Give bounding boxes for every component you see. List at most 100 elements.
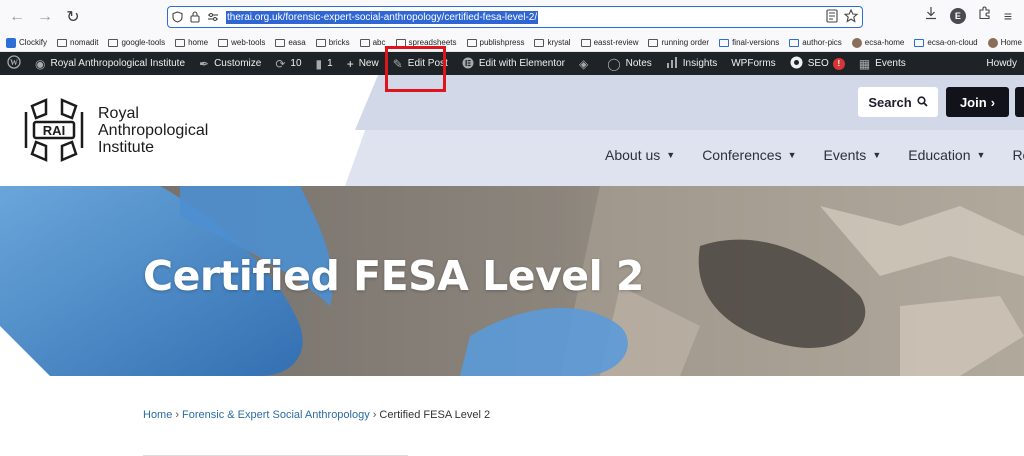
notes-label: Notes (625, 58, 652, 69)
chevron-down-icon: ▼ (787, 150, 797, 160)
edit-elementor-label: Edit with Elementor (478, 58, 565, 69)
site-logo[interactable]: RAI Royal Anthropological Institute (22, 98, 208, 162)
bookmark-label: bricks (328, 38, 350, 47)
breadcrumb-separator: › (175, 409, 180, 421)
menu-icon[interactable]: ≡ (1004, 9, 1012, 23)
bookmark-item[interactable]: publishpress (466, 38, 525, 47)
bookmark-item[interactable]: ecsa-on-cloud (914, 38, 978, 47)
nav-conferences[interactable]: Conferences ▼ (702, 147, 796, 163)
updates-icon: ⟳ (275, 56, 286, 71)
nav-education[interactable]: Education ▼ (908, 147, 985, 163)
bookmark-label: google-tools (121, 38, 166, 47)
bar-chart-icon (666, 57, 678, 70)
breadcrumb: Home › Forensic & Expert Social Anthropolo… (143, 409, 490, 421)
folder-icon (57, 38, 68, 47)
breadcrumb-separator: › (372, 409, 377, 421)
admin-updates[interactable]: ⟳ 10 (268, 52, 308, 75)
admin-site-name[interactable]: ◉ Royal Anthropological Institute (28, 52, 192, 75)
admin-notes[interactable]: ◯ Notes (600, 52, 659, 75)
bookmark-label: web-tools (231, 38, 266, 47)
bookmark-star-icon[interactable] (843, 8, 859, 28)
search-button[interactable]: Search (858, 87, 938, 117)
bookmark-label: final-versions (732, 38, 780, 47)
bookmark-label: krystal (547, 38, 571, 47)
admin-edit-elementor[interactable]: Edit with Elementor (455, 52, 572, 75)
folder-icon (789, 38, 800, 47)
seo-icon (790, 56, 803, 71)
howdy-label: Howdy (986, 58, 1017, 69)
bookmark-item[interactable]: author-pics (789, 38, 842, 47)
join-button[interactable]: Join › (946, 87, 1009, 117)
bookmark-item[interactable]: krystal (534, 38, 571, 47)
nav-events[interactable]: Events ▼ (824, 147, 882, 163)
admin-new[interactable]: + New (340, 52, 386, 75)
bookmark-item[interactable]: Home - ECSA Confer... (987, 37, 1024, 48)
breadcrumb-section[interactable]: Forensic & Expert Social Anthropology (182, 409, 370, 421)
insights-label: Insights (682, 58, 718, 69)
bookmark-item[interactable]: google-tools (108, 38, 165, 47)
account-avatar[interactable]: E (949, 7, 966, 24)
admin-comments[interactable]: ▮ 1 (309, 52, 340, 75)
nav-resources[interactable]: Res (1012, 147, 1024, 163)
bookmark-item[interactable]: ecsa-home (851, 37, 904, 48)
bookmark-item[interactable]: Clockify (6, 37, 48, 48)
admin-insights[interactable]: Insights (659, 52, 724, 75)
customize-label: Customize (214, 58, 262, 69)
bookmark-item[interactable]: nomadit (57, 38, 98, 47)
new-label: New (358, 58, 379, 69)
reload-icon[interactable]: ↻ (62, 6, 84, 28)
bookmark-item[interactable]: easa (275, 38, 306, 47)
main-navigation: About us ▼ Conferences ▼ Events ▼ Education… (605, 147, 1024, 163)
bookmark-label: publishpress (479, 38, 525, 47)
bookmark-label: nomadit (70, 38, 99, 47)
bookmark-item[interactable]: bricks (315, 38, 350, 47)
header-extra-button[interactable] (1015, 87, 1024, 117)
bookmark-item[interactable]: running order (648, 38, 709, 47)
url-text[interactable]: therai.org.uk/forensic-expert-social-ant… (226, 10, 539, 24)
downloads-icon[interactable] (924, 6, 938, 25)
browser-toolbar: ← → ↻ therai.org.uk/forensic-expert-soci… (0, 0, 1024, 34)
logo-line-2: Anthropological (98, 121, 209, 139)
folder-icon (534, 38, 545, 47)
bookmark-label: home (188, 38, 209, 47)
nav-about-us[interactable]: About us ▼ (605, 147, 675, 163)
extensions-icon[interactable] (978, 6, 992, 25)
back-icon[interactable]: ← (6, 6, 28, 28)
bookmark-item[interactable]: abc (359, 38, 386, 47)
bookmark-label: ecsa-on-cloud (927, 38, 978, 47)
admin-customize[interactable]: ✒ Customize (192, 52, 268, 75)
hero-title: Certified FESA Level 2 (143, 252, 644, 300)
admin-wpforms[interactable]: WPForms (724, 52, 782, 75)
logo-wordmark: Royal Anthropological Institute (98, 105, 208, 156)
admin-howdy[interactable]: Howdy (979, 52, 1024, 75)
admin-events[interactable]: ▦ Events (852, 52, 913, 75)
lock-icon[interactable] (186, 8, 204, 26)
calendar-icon: ▦ (858, 56, 871, 71)
highlight-annotation (385, 46, 446, 92)
folder-icon (466, 38, 477, 47)
folder-icon (719, 38, 730, 47)
nav-label: Events (823, 147, 867, 163)
admin-diamond[interactable]: ◈ (572, 52, 600, 75)
shield-icon[interactable] (168, 8, 186, 26)
reader-view-icon[interactable] (826, 9, 838, 28)
permissions-icon[interactable] (204, 8, 222, 26)
wp-logo[interactable]: W (0, 52, 28, 75)
forward-icon[interactable]: → (34, 6, 56, 28)
bookmark-item[interactable]: final-versions (719, 38, 779, 47)
breadcrumb-home[interactable]: Home (143, 409, 172, 421)
bookmark-label: Clockify (19, 38, 48, 47)
wpforms-label: WPForms (731, 58, 776, 69)
bookmark-label: Home - ECSA Confer... (1000, 38, 1024, 47)
admin-seo[interactable]: SEO ! (783, 52, 852, 75)
site-favicon-icon (851, 37, 862, 48)
address-bar[interactable]: therai.org.uk/forensic-expert-social-ant… (167, 6, 863, 28)
plus-icon: + (346, 56, 354, 71)
nav-label: About us (605, 147, 661, 163)
bookmark-item[interactable]: easst-review (580, 38, 638, 47)
bookmark-label: easa (288, 38, 306, 47)
chevron-right-icon: › (990, 94, 996, 110)
bookmark-item[interactable]: home (175, 38, 208, 47)
bookmark-item[interactable]: web-tools (218, 38, 265, 47)
folder-icon (580, 38, 591, 47)
